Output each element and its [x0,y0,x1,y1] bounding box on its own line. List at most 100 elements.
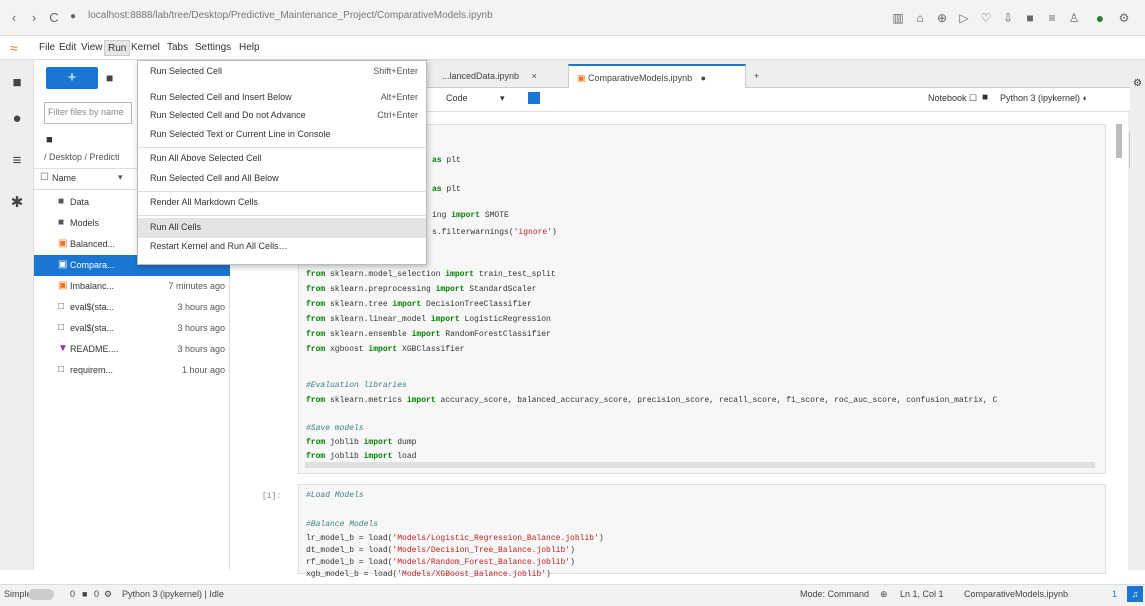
cell-scroll-thumb[interactable] [1116,124,1122,158]
extensions-icon[interactable]: ✱ [6,192,28,214]
code-line: s.filterwarnings('ignore') [432,228,557,237]
tab-balanceddata[interactable]: ...lancedData.ipynb × [434,64,549,88]
terminal-icon: ■ [82,589,88,599]
close-icon[interactable]: × [532,71,537,81]
extension-icon[interactable]: ⊕ [934,10,950,26]
menu-item-label: Run Selected Text or Current Line in Con… [150,129,331,139]
open-new-view-icon: ☐ [969,93,978,103]
folder-icon[interactable]: ■ [6,72,28,94]
forward-icon[interactable]: › [26,10,42,26]
cell-toolbar-icon[interactable] [528,92,540,104]
table-of-contents-icon[interactable]: ≡ [6,150,28,172]
reload-icon[interactable]: C [46,10,62,26]
column-name-header[interactable]: Name [52,173,76,183]
current-filename: ComparativeModels.ipynb [964,589,1069,599]
menu-item-label: Run Selected Cell and All Below [150,173,279,183]
menu-item-label: Run Selected Cell [150,66,223,76]
menu-item-label: Render All Markdown Cells [150,197,259,207]
terminal-count[interactable]: 0 [70,589,75,599]
menu-separator [138,147,426,148]
file-icon: ■ [58,196,65,207]
menu-item-label: Restart Kernel and Run All Cells… [150,241,288,251]
play-icon[interactable]: ▷ [956,10,972,26]
file-icon: ■ [58,217,65,228]
menu-tabs[interactable]: Tabs [164,40,191,56]
kernel-count[interactable]: 0 [94,589,99,599]
menu-help[interactable]: Help [236,40,263,56]
kernel-selector[interactable]: Python 3 (ipykernel) ◐ [1000,93,1088,103]
file-name: requirem... [70,365,114,375]
kernel-icon: ⚙ [104,589,113,599]
menu-settings[interactable]: Settings [192,40,234,56]
file-icon: ▣ [58,280,68,291]
site-info-icon[interactable]: ● [70,11,76,22]
cell-prompt: [1]: [262,492,282,501]
code-line: as plt [432,156,461,165]
menu-separator [138,215,426,216]
home-folder-icon[interactable]: ■ [46,134,53,146]
menu-item-shortcut: Shift+Enter [373,66,418,76]
code-line: ing import SMOTE [432,211,509,220]
download-icon[interactable]: ⇩ [1000,10,1016,26]
address-bar[interactable]: localhost:8888/lab/tree/Desktop/Predicti… [88,10,648,26]
menu-item-shortcut: Ctrl+Enter [377,110,418,120]
menu-file[interactable]: File [36,40,58,56]
breadcrumb[interactable]: / Desktop / Predicti [44,152,134,162]
horizontal-scrollbar[interactable] [305,462,1095,468]
menu-run[interactable]: Run [104,40,131,56]
code-line: from sklearn.model_selection import trai… [306,270,556,279]
new-folder-icon[interactable]: ■ [106,68,126,88]
filter-files-input[interactable]: Filter files by name [44,102,132,124]
file-name: Imbalanc... [70,281,115,291]
bell-icon[interactable]: ♫ [1127,586,1143,602]
menu-edit[interactable]: Edit [56,40,79,56]
extension-icon[interactable]: ⌂ [912,10,928,26]
file-icon: □ [58,322,65,333]
back-icon[interactable]: ‹ [6,10,22,26]
sort-arrow-icon[interactable]: ▾ [118,172,123,183]
code-line: from sklearn.linear_model import Logisti… [306,315,551,324]
code-line: from sklearn.ensemble import RandomFores… [306,330,551,339]
notification-bell-icon[interactable]: ⊕ [880,589,888,600]
new-launcher-button[interactable]: + [46,67,98,89]
kernel-status[interactable]: Python 3 (ipykernel) | Idle [122,589,224,599]
menu-item-label: Run Selected Cell and Do not Advance [150,110,306,120]
debugger-icon[interactable]: ■ [982,92,988,103]
extension-icon[interactable]: ■ [1022,10,1038,26]
menu-kernel[interactable]: Kernel [128,40,163,56]
code-comment: #Save models [306,424,364,433]
menu-item-shortcut: Alt+Enter [380,92,418,102]
favorites-icon[interactable]: ♡ [978,10,994,26]
copilot-icon[interactable]: ● [1092,10,1108,26]
running-kernels-icon[interactable]: ● [6,108,28,130]
menu-item-label: Run All Cells [150,222,202,232]
property-inspector-icon[interactable]: ⚙ [1133,78,1142,89]
file-modified-time: 3 hours ago [177,302,225,312]
collections-icon[interactable]: ≡ [1044,10,1060,26]
file-modified-time: 7 minutes ago [168,281,225,291]
tab-comparativemodels[interactable]: ▣ ComparativeModels.ipynb ● [568,64,746,88]
left-activity-bar [0,60,34,570]
jupyter-logo-icon: ≈ [10,40,18,56]
profile-icon[interactable]: ♙ [1066,10,1082,26]
file-icon: □ [58,301,65,312]
mode-indicator[interactable]: Mode: Command [800,589,869,599]
settings-icon[interactable]: ⚙ [1116,10,1132,26]
file-name: Models [70,218,100,228]
menu-view[interactable]: View [78,40,106,56]
notebook-mode-label[interactable]: Notebook ☐ [928,93,977,104]
file-name: Data [70,197,90,207]
file-modified-time: 3 hours ago [177,344,225,354]
simple-mode-toggle[interactable] [28,589,54,600]
unsaved-dot-icon[interactable]: ● [701,73,706,83]
code-line: lr_model_b = load('Models/Logistic_Regre… [306,534,604,543]
cell-type-select[interactable]: Code ▾ [446,93,526,108]
reading-mode-icon[interactable]: ▥ [890,10,906,26]
new-tab-button[interactable]: + [746,64,766,88]
tab-label: ...lancedData.ipynb [442,71,520,81]
select-all-checkbox[interactable]: ☐ [40,172,49,183]
cursor-position[interactable]: Ln 1, Col 1 [900,589,944,599]
notification-count[interactable]: 1 [1112,589,1117,599]
file-name: eval$(sta... [70,323,115,333]
cell-type-value: Code [446,93,468,103]
